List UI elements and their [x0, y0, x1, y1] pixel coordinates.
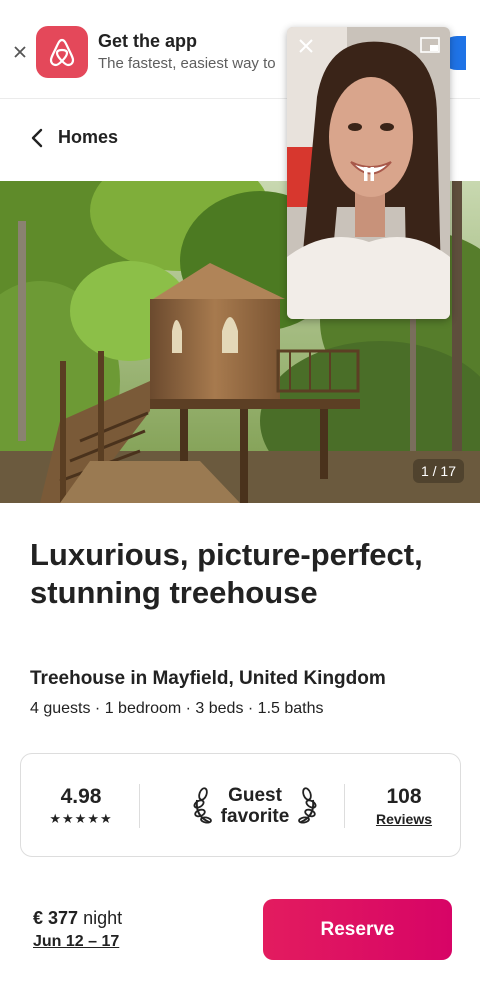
laurel-left-icon: [193, 787, 212, 824]
divider: [139, 784, 140, 828]
reviews-label[interactable]: Reviews: [376, 811, 432, 827]
chevron-left-icon: [31, 128, 43, 147]
divider: [344, 784, 345, 828]
expand-window-icon[interactable]: [420, 37, 440, 53]
reserve-button[interactable]: Reserve: [263, 899, 452, 960]
banner-subtitle: The fastest, easiest way to: [98, 55, 276, 72]
laurel-right-icon: [298, 787, 317, 824]
price-per-night: € 377 night: [33, 908, 122, 929]
guest-favorite-label: Guest favorite: [220, 785, 290, 827]
listing-title: Luxurious, picture-perfect, stunning tre…: [30, 537, 423, 610]
price-amount: € 377: [33, 908, 79, 928]
close-icon[interactable]: [10, 42, 30, 62]
banner-title: Get the app: [98, 31, 198, 51]
picture-in-picture-video[interactable]: [287, 27, 450, 319]
close-icon[interactable]: [297, 37, 315, 55]
rating-stars: ★★★★★: [49, 811, 113, 826]
back-label: Homes: [58, 127, 119, 147]
rating-score: 4.98: [60, 785, 102, 808]
rating-card[interactable]: 4.98 ★★★★★ Guest favorite 108 Reviews: [20, 753, 461, 857]
date-range-link[interactable]: Jun 12 – 17: [33, 933, 119, 951]
photo-counter: 1 / 17: [412, 459, 464, 483]
price-unit: night: [83, 908, 123, 928]
booking-footer: € 377 night Jun 12 – 17 Reserve: [0, 880, 480, 981]
listing-details: 4 guests · 1 bedroom · 3 beds · 1.5 bath…: [30, 700, 324, 717]
rating-summary: 4.98 ★★★★★: [21, 754, 141, 858]
guest-favorite-badge: Guest favorite: [166, 754, 344, 858]
pause-icon[interactable]: [363, 167, 375, 181]
listing-location: Treehouse in Mayfield, United Kingdom: [30, 668, 386, 689]
review-count: 108: [386, 785, 422, 808]
airbnb-logo-icon[interactable]: [36, 26, 88, 78]
back-button[interactable]: Homes: [30, 127, 118, 148]
reviews-link[interactable]: 108 Reviews: [346, 754, 462, 858]
